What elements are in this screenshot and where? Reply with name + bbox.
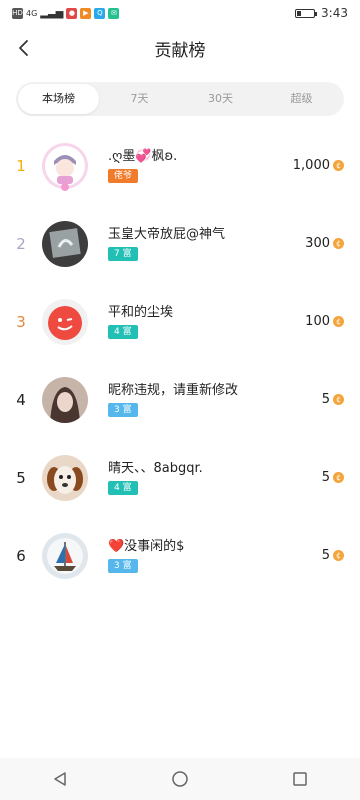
- rank-number: 4: [16, 391, 26, 409]
- list-item[interactable]: 4 昵称违规，请重新修改 3 富 5 ¢: [0, 373, 360, 451]
- coin-icon: ¢: [333, 238, 344, 249]
- score: 5: [321, 470, 330, 485]
- message-notification-icon: ✉: [108, 7, 120, 19]
- status-icons: HD 4G ▂▃▅ ● ▶ Q ✉: [12, 7, 120, 19]
- avatar[interactable]: [42, 533, 88, 579]
- score: 100: [305, 314, 330, 329]
- coin-icon: ¢: [333, 472, 344, 483]
- rank-number: 3: [16, 313, 26, 331]
- header: 贡献榜: [0, 26, 360, 70]
- user-name: ❤️没事闲的$: [108, 539, 185, 554]
- score: 300: [305, 236, 330, 251]
- avatar[interactable]: [42, 377, 88, 423]
- rank-number: 1: [16, 157, 26, 175]
- user-name: 晴天、、8abgqr.: [108, 461, 203, 476]
- nav-recents-button[interactable]: [280, 764, 320, 794]
- play-notification-icon: ▶: [80, 7, 92, 19]
- coin-icon: ¢: [333, 394, 344, 405]
- score: 1,000: [292, 158, 330, 173]
- list-item[interactable]: 3 平和的尘埃 4 富 100 ¢: [0, 295, 360, 373]
- page-title: 贡献榜: [154, 40, 206, 61]
- avatar[interactable]: [42, 221, 88, 267]
- nav-back-button[interactable]: [40, 764, 80, 794]
- network-label: 4G: [26, 8, 38, 18]
- tab-super[interactable]: 超级: [261, 84, 342, 114]
- circle-home-icon: [172, 771, 188, 787]
- avatar[interactable]: [42, 143, 88, 191]
- rank-number: 2: [16, 235, 26, 253]
- avatar[interactable]: [42, 299, 88, 345]
- nav-home-button[interactable]: [160, 764, 200, 794]
- rank-number: 6: [16, 547, 26, 565]
- chevron-left-icon[interactable]: [14, 38, 34, 58]
- list-item[interactable]: 6 ❤️没事闲的$ 3 富 5 ¢: [0, 529, 360, 607]
- signal-icon: ▂▃▅: [40, 7, 64, 19]
- status-right: 3:43: [295, 6, 348, 20]
- list-item[interactable]: 2 玉皇大帝放屁@神气 7 富 300 ¢: [0, 217, 360, 295]
- rank-number: 5: [16, 469, 26, 487]
- coin-icon: ¢: [333, 316, 344, 327]
- user-name: 昵称违规，请重新修改: [108, 383, 239, 398]
- system-nav-bar: [0, 758, 360, 800]
- list-item[interactable]: 5 晴天、、8abgqr. 4 富 5 ¢: [0, 451, 360, 529]
- square-recent-icon: [293, 772, 307, 786]
- score: 5: [321, 392, 330, 407]
- tab-30-days[interactable]: 30天: [180, 84, 261, 114]
- battery-icon: [295, 8, 318, 18]
- list-item[interactable]: 1 .ღ墨💞枫ʚ. 佬爷 1,000 ¢: [0, 139, 360, 217]
- user-name: 玉皇大帝放屁@神气: [108, 227, 226, 242]
- tab-this-session[interactable]: 本场榜: [18, 84, 99, 114]
- avatar[interactable]: [42, 455, 88, 501]
- level-badge: 4 富: [108, 481, 138, 495]
- period-tabs: 本场榜 7天 30天 超级: [16, 82, 344, 116]
- score: 5: [321, 548, 330, 563]
- user-name: .ღ墨💞枫ʚ.: [108, 149, 178, 164]
- level-badge: 3 富: [108, 559, 138, 573]
- coin-icon: ¢: [333, 160, 344, 171]
- app-notification-icon: ●: [66, 7, 78, 19]
- user-name: 平和的尘埃: [108, 305, 174, 320]
- level-badge: 7 富: [108, 247, 138, 261]
- clock: 3:43: [321, 6, 348, 20]
- level-badge: 3 富: [108, 403, 138, 417]
- status-bar: HD 4G ▂▃▅ ● ▶ Q ✉ 3:43: [0, 0, 360, 26]
- tab-7-days[interactable]: 7天: [99, 84, 180, 114]
- hd-icon: HD: [12, 7, 23, 19]
- level-badge: 佬爷: [108, 169, 139, 183]
- level-badge: 4 富: [108, 325, 138, 339]
- triangle-back-icon: [54, 772, 66, 786]
- coin-icon: ¢: [333, 550, 344, 561]
- search-notification-icon: Q: [94, 7, 106, 19]
